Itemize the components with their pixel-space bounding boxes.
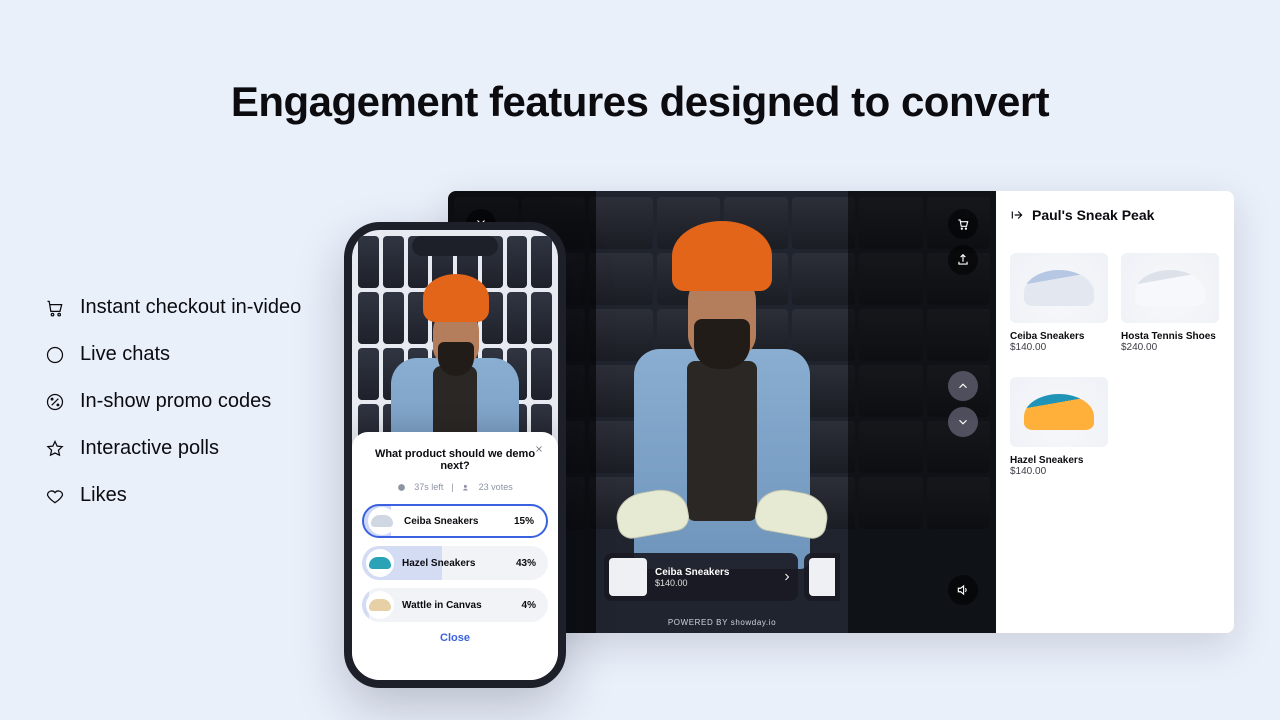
option-label: Wattle in Canvas [402, 600, 514, 611]
option-pct: 4% [522, 600, 536, 611]
feature-item-likes: Likes [44, 484, 301, 507]
poll-option[interactable]: Hazel Sneakers 43% [362, 546, 548, 580]
product-price: $140.00 [1010, 466, 1109, 477]
poll-vote-count: 23 votes [479, 482, 513, 492]
product-price: $140.00 [1010, 342, 1109, 353]
poll-close-button[interactable]: Close [362, 632, 548, 644]
feature-label: Instant checkout in-video [80, 296, 301, 319]
chevron-right-icon [781, 571, 793, 583]
feature-item-chats: Live chats [44, 343, 301, 366]
product-sidebar: Paul's Sneak Peak Ceiba Sneakers $140.00… [996, 191, 1234, 633]
phone-notch [412, 236, 498, 256]
feature-label: Live chats [80, 343, 170, 366]
users-icon [462, 483, 471, 492]
poll-close-icon[interactable] [530, 440, 548, 458]
product-name: Hosta Tennis Shoes [1121, 331, 1220, 342]
cart-icon [44, 297, 66, 319]
expand-icon[interactable] [1010, 208, 1024, 222]
previous-button[interactable] [948, 371, 978, 401]
page-heading: Engagement features designed to convert [0, 78, 1280, 126]
option-thumb [368, 507, 396, 535]
next-product-peek[interactable] [804, 553, 840, 601]
featured-product-card[interactable]: Ceiba Sneakers $140.00 [604, 553, 798, 601]
feature-label: Interactive polls [80, 437, 219, 460]
powered-by: POWERED BY showday.io [668, 618, 776, 627]
product-tile[interactable]: Ceiba Sneakers $140.00 [1010, 253, 1109, 353]
feature-label: In-show promo codes [80, 390, 271, 413]
cart-button[interactable] [948, 209, 978, 239]
product-tile[interactable]: Hosta Tennis Shoes $240.00 [1121, 253, 1220, 353]
feature-item-promo: In-show promo codes [44, 390, 301, 413]
poll-sheet: What product should we demo next? 37s le… [352, 432, 558, 680]
percent-icon [44, 391, 66, 413]
product-thumb [809, 558, 835, 596]
star-icon [44, 438, 66, 460]
feature-list: Instant checkout in-video Live chats In-… [44, 296, 301, 507]
option-pct: 43% [516, 558, 536, 569]
poll-meta: 37s left | 23 votes [362, 482, 548, 492]
feature-item-checkout: Instant checkout in-video [44, 296, 301, 319]
feature-item-polls: Interactive polls [44, 437, 301, 460]
feature-label: Likes [80, 484, 127, 507]
poll-option[interactable]: Ceiba Sneakers 15% [362, 504, 548, 538]
option-label: Ceiba Sneakers [404, 516, 506, 527]
option-pct: 15% [514, 516, 534, 527]
product-price: $240.00 [1121, 342, 1220, 353]
product-tile[interactable]: Hazel Sneakers $140.00 [1010, 377, 1109, 477]
audio-button[interactable] [948, 575, 978, 605]
poll-question: What product should we demo next? [362, 448, 548, 472]
product-name: Ceiba Sneakers [655, 567, 773, 578]
option-thumb [366, 591, 394, 619]
chat-icon [44, 344, 66, 366]
share-button[interactable] [948, 245, 978, 275]
product-name: Hazel Sneakers [1010, 455, 1109, 466]
stream-title: Paul's Sneak Peak [1032, 207, 1154, 223]
option-label: Hazel Sneakers [402, 558, 508, 569]
product-name: Ceiba Sneakers [1010, 331, 1109, 342]
heart-icon [44, 485, 66, 507]
clock-icon [397, 483, 406, 492]
next-button[interactable] [948, 407, 978, 437]
poll-time-left: 37s left [414, 482, 443, 492]
product-thumb [609, 558, 647, 596]
product-price: $140.00 [655, 578, 773, 588]
poll-option[interactable]: Wattle in Canvas 4% [362, 588, 548, 622]
option-thumb [366, 549, 394, 577]
mobile-viewer: What product should we demo next? 37s le… [344, 222, 566, 688]
